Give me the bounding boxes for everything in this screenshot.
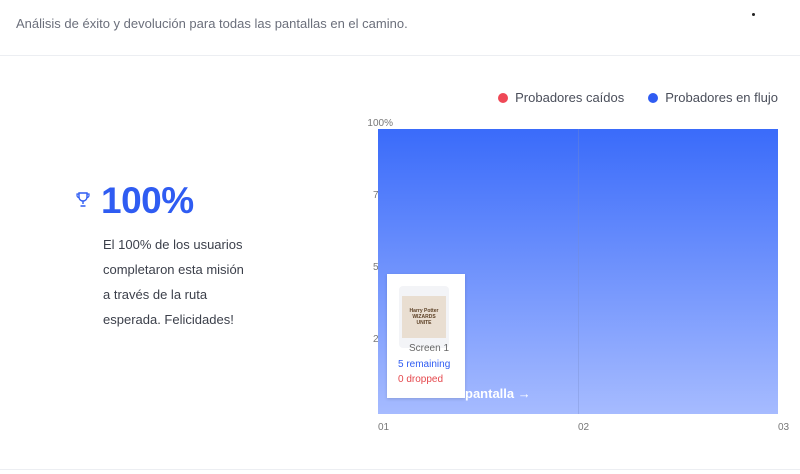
screen-name: Screen 1 <box>409 343 450 354</box>
legend-label-in-flow: Probadores en flujo <box>665 90 778 105</box>
x-tick-label: 01 <box>378 422 390 433</box>
legend-item-in-flow: Probadores en flujo <box>648 90 778 105</box>
divider <box>0 469 800 470</box>
x-tick-label: 02 <box>578 422 590 433</box>
dropped-count: 0 dropped <box>398 374 444 385</box>
success-description: El 100% de los usuarios completaron esta… <box>103 237 244 327</box>
legend-dot-dropped <box>498 92 509 103</box>
legend-label-dropped: Probadores caídos <box>515 90 625 105</box>
x-tick-label: 03 <box>778 422 790 433</box>
trophy-icon <box>76 192 90 207</box>
legend-item-dropped: Probadores caídos <box>498 90 624 105</box>
header-strip: Análisis de éxito y devolución para toda… <box>0 0 800 56</box>
screen-card[interactable]: Harry Potter WIZARDS UNITE Screen 1 5 re… <box>387 274 465 398</box>
screen-thumbnail: Harry Potter WIZARDS UNITE <box>399 286 449 348</box>
wizards-unite-logo: Harry Potter WIZARDS UNITE <box>402 296 446 338</box>
y-tick-label: 100% <box>367 118 393 129</box>
more-options-icon[interactable] <box>752 13 755 16</box>
thumb-text: UNITE <box>416 320 432 326</box>
chart-legend: Probadores caídos Probadores en flujo <box>498 90 778 105</box>
flow-label: pantalla → <box>465 386 531 401</box>
page-subtitle: Análisis de éxito y devolución para toda… <box>16 16 408 31</box>
legend-dot-in-flow <box>648 92 659 103</box>
remaining-count: 5 remaining <box>398 359 451 370</box>
success-percent: 100% <box>101 180 194 221</box>
step-divider <box>578 129 579 414</box>
